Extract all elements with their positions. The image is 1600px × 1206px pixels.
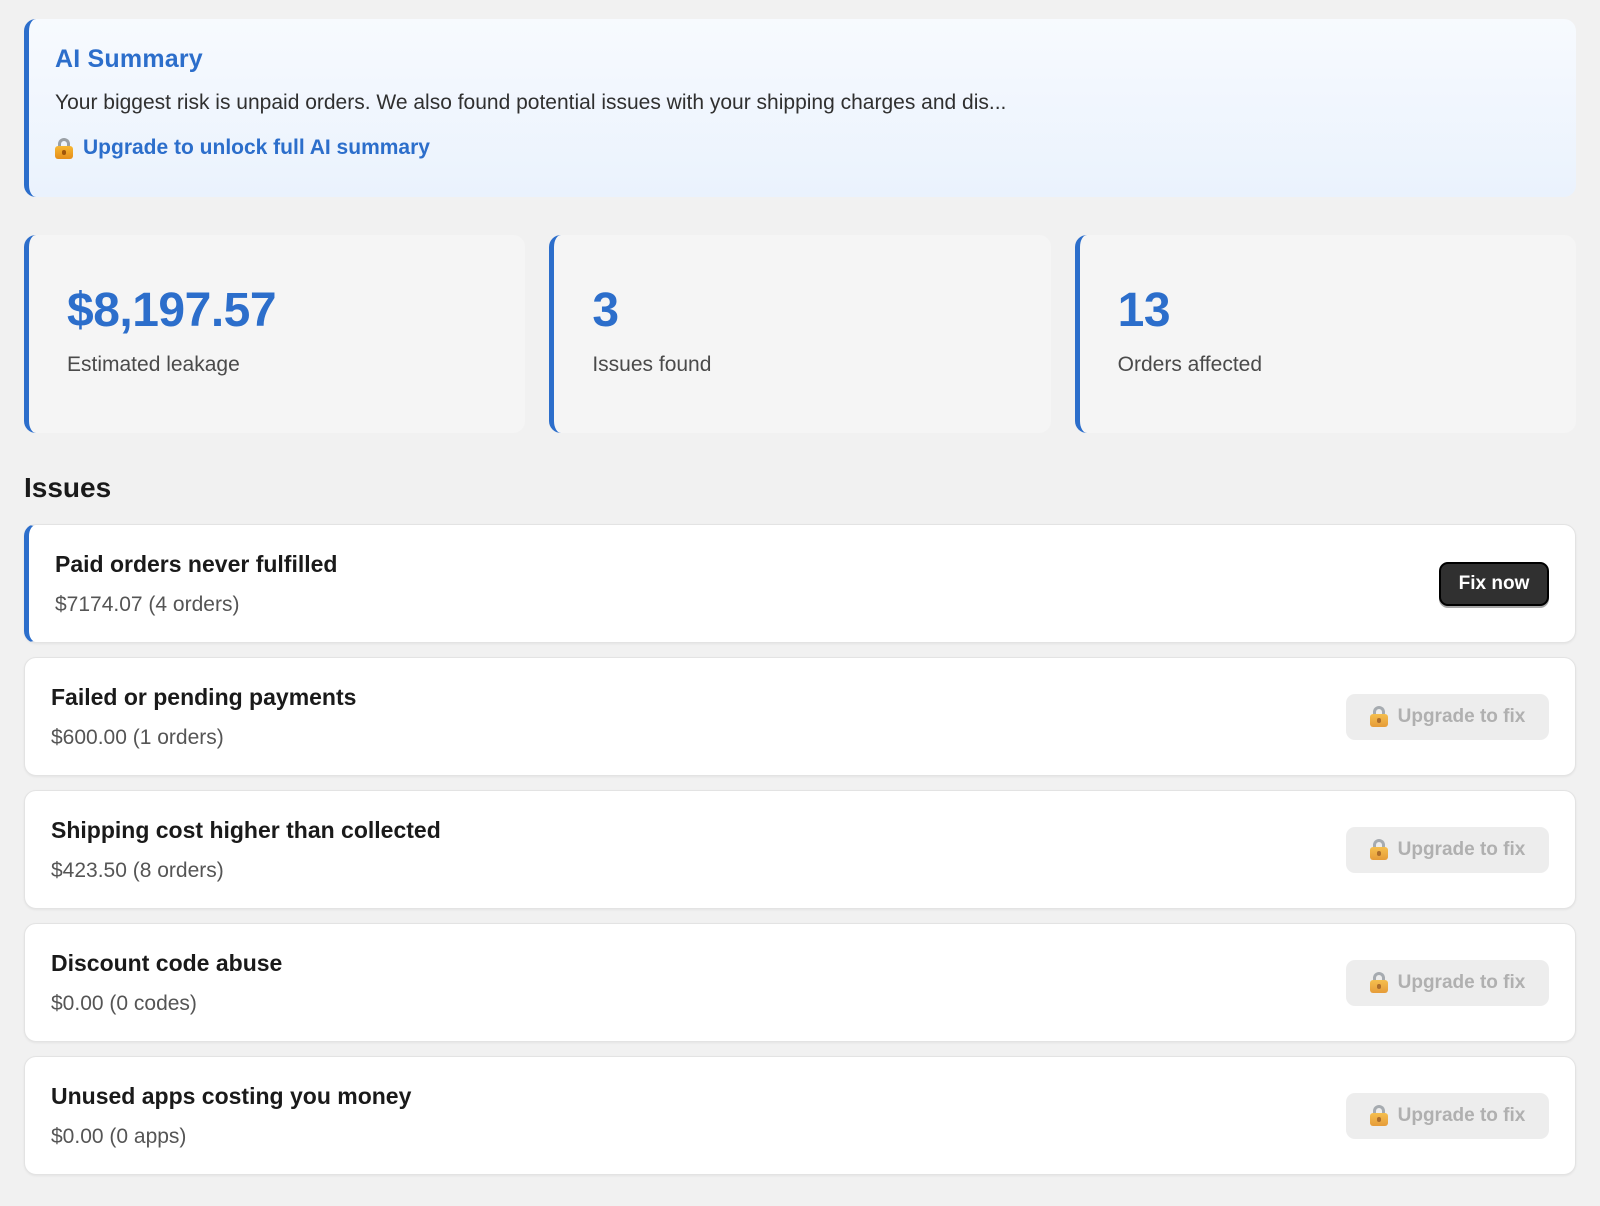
lock-icon bbox=[1369, 1105, 1388, 1126]
issue-list: Paid orders never fulfilled $7174.07 (4 … bbox=[24, 524, 1576, 1175]
stat-label: Estimated leakage bbox=[67, 353, 240, 376]
issue-card-unused-apps[interactable]: Unused apps costing you money $0.00 (0 a… bbox=[24, 1056, 1576, 1175]
issue-card-unfulfilled-orders[interactable]: Paid orders never fulfilled $7174.07 (4 … bbox=[24, 524, 1576, 643]
ai-summary-text: Your biggest risk is unpaid orders. We a… bbox=[55, 91, 1007, 114]
issues-heading: Issues bbox=[24, 472, 112, 503]
issue-detail: $423.50 (8 orders) bbox=[51, 858, 224, 882]
issue-title: Unused apps costing you money bbox=[51, 1082, 412, 1109]
issue-title: Paid orders never fulfilled bbox=[55, 550, 338, 577]
stat-label: Orders affected bbox=[1117, 353, 1263, 376]
upgrade-to-fix-label: Upgrade to fix bbox=[1397, 1104, 1526, 1126]
issue-title: Shipping cost higher than collected bbox=[51, 816, 441, 843]
upgrade-ai-summary-label: Upgrade to unlock full AI summary bbox=[83, 136, 430, 159]
stat-card-estimated-leakage: $8,197.57 Estimated leakage bbox=[24, 235, 526, 433]
issue-detail: $7174.07 (4 orders) bbox=[55, 592, 240, 616]
issue-text: Unused apps costing you money $0.00 (0 a… bbox=[51, 1083, 411, 1149]
issue-title: Discount code abuse bbox=[51, 949, 283, 976]
stat-value: 13 bbox=[1117, 284, 1171, 337]
issue-text: Shipping cost higher than collected $423… bbox=[51, 817, 441, 883]
upgrade-to-fix-label: Upgrade to fix bbox=[1397, 838, 1526, 860]
issue-text: Failed or pending payments $600.00 (1 or… bbox=[51, 684, 356, 750]
stats-row: $8,197.57 Estimated leakage 3 Issues fou… bbox=[24, 235, 1576, 433]
issue-card-shipping-cost[interactable]: Shipping cost higher than collected $423… bbox=[24, 790, 1576, 909]
upgrade-to-fix-label: Upgrade to fix bbox=[1397, 705, 1526, 727]
lock-icon bbox=[1369, 972, 1388, 993]
lock-icon bbox=[1369, 706, 1388, 727]
issue-detail: $0.00 (0 codes) bbox=[51, 991, 197, 1015]
leakage-report-page: AI Summary Your biggest risk is unpaid o… bbox=[0, 0, 1600, 1206]
upgrade-to-fix-button[interactable]: Upgrade to fix bbox=[1346, 959, 1549, 1006]
fix-now-button[interactable]: Fix now bbox=[1439, 561, 1549, 606]
stat-value: $8,197.57 bbox=[67, 284, 277, 337]
stat-label: Issues found bbox=[592, 353, 712, 376]
lock-icon bbox=[55, 137, 73, 159]
stat-value: 3 bbox=[592, 284, 619, 337]
upgrade-to-fix-button[interactable]: Upgrade to fix bbox=[1346, 826, 1549, 873]
stat-card-orders-affected: 13 Orders affected bbox=[1074, 235, 1576, 433]
issue-card-discount-abuse[interactable]: Discount code abuse $0.00 (0 codes) Upgr… bbox=[24, 923, 1576, 1042]
upgrade-to-fix-button[interactable]: Upgrade to fix bbox=[1346, 1092, 1549, 1139]
stat-card-issues-found: 3 Issues found bbox=[549, 235, 1051, 433]
issue-card-failed-payments[interactable]: Failed or pending payments $600.00 (1 or… bbox=[24, 657, 1576, 776]
lock-icon bbox=[1369, 839, 1388, 860]
issue-title: Failed or pending payments bbox=[51, 683, 357, 710]
issue-detail: $600.00 (1 orders) bbox=[51, 725, 224, 749]
issue-detail: $0.00 (0 apps) bbox=[51, 1124, 187, 1148]
upgrade-ai-summary-link[interactable]: Upgrade to unlock full AI summary bbox=[55, 136, 1576, 160]
ai-summary-card: AI Summary Your biggest risk is unpaid o… bbox=[24, 19, 1576, 197]
upgrade-to-fix-label: Upgrade to fix bbox=[1397, 971, 1526, 993]
issue-text: Paid orders never fulfilled $7174.07 (4 … bbox=[55, 551, 337, 617]
ai-summary-title: AI Summary bbox=[55, 45, 203, 73]
issue-text: Discount code abuse $0.00 (0 codes) bbox=[51, 950, 282, 1016]
upgrade-to-fix-button[interactable]: Upgrade to fix bbox=[1346, 693, 1549, 740]
